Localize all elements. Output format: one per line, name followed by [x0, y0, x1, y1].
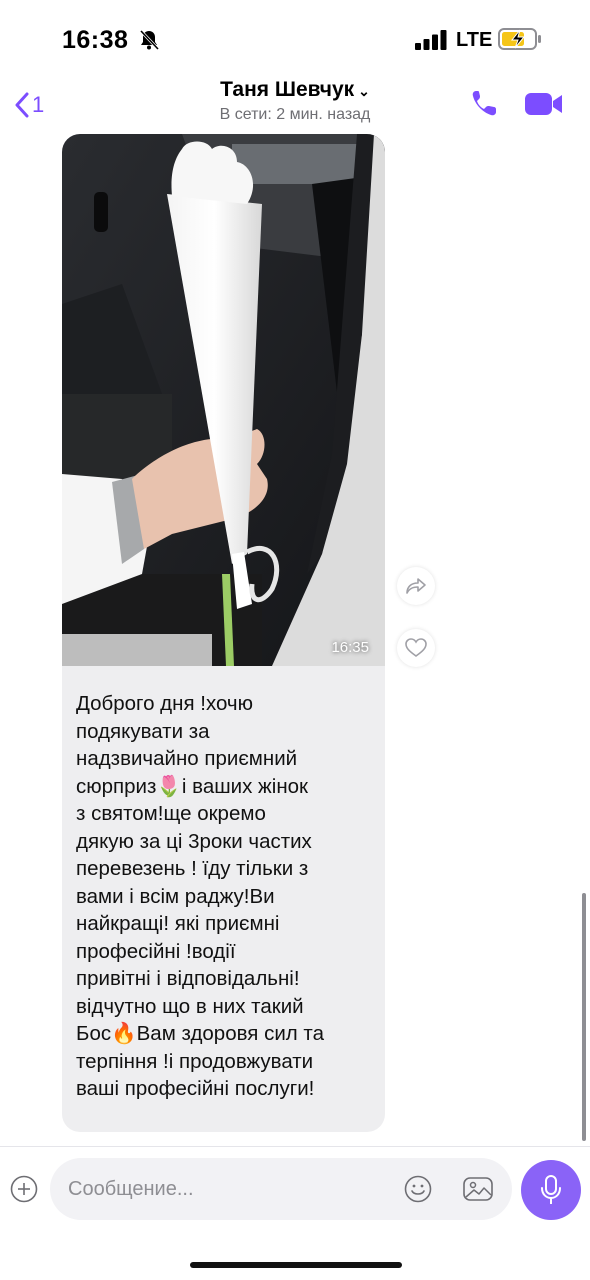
video-call-icon[interactable] — [524, 90, 564, 118]
forward-button[interactable] — [397, 567, 435, 605]
photo-timestamp: 16:35 — [331, 639, 369, 656]
message-bubble[interactable]: 16:35 Доброго дня !хочю подякувати за на… — [62, 134, 385, 1132]
divider — [0, 1146, 590, 1147]
signal-icon — [415, 30, 447, 50]
like-button[interactable] — [397, 629, 435, 667]
contact-status: В сети: 2 мин. назад — [219, 106, 371, 123]
add-attachment-icon[interactable] — [10, 1175, 38, 1203]
phone-icon[interactable] — [470, 88, 498, 118]
message-line: Бос🔥Вам здоровя сил та — [76, 1022, 324, 1045]
message-line: подякувати за — [76, 719, 210, 743]
message-line: найкращі! які приємні — [76, 912, 280, 935]
heart-icon — [405, 638, 427, 657]
network-label: LTE — [456, 29, 493, 51]
message-line: відчутно що в них такий — [76, 994, 304, 1018]
battery-charging-icon — [498, 28, 541, 50]
home-indicator[interactable] — [190, 1262, 402, 1268]
bell-off-icon — [139, 29, 160, 51]
message-line: професійні !водії — [76, 939, 236, 963]
contact-name-button[interactable]: Таня Шевчук ⌄ — [0, 78, 590, 102]
message-line: привітні і відповідальні! — [76, 967, 300, 990]
message-line: Доброго дня !хочю — [76, 692, 253, 715]
message-line: дякую за ці 3роки частих — [76, 829, 312, 853]
message-text[interactable]: Доброго дня !хочю подякувати за надзвича… — [76, 690, 376, 1103]
message-input[interactable]: Сообщение... — [50, 1158, 512, 1220]
message-line: з святом!ще окремо — [76, 802, 266, 825]
photo-image — [62, 134, 385, 666]
message-line: надзвичайно приємний — [76, 747, 298, 770]
message-line: сюрприз🌷і ваших жінок — [76, 774, 309, 798]
forward-icon — [406, 578, 426, 594]
sticker-icon[interactable] — [404, 1175, 432, 1203]
chat-header: 1 Таня Шевчук ⌄ В сети: 2 мин. назад — [0, 72, 590, 134]
scrollbar[interactable] — [582, 893, 586, 1141]
status-bar: 16:38 LTE — [0, 0, 590, 80]
message-line: ваші професійні послуги! — [76, 1077, 315, 1100]
message-line: вами і всім раджу!Ви — [76, 884, 275, 908]
message-line: перевезень ! їду тільки з — [76, 857, 309, 880]
chevron-down-icon: ⌄ — [358, 83, 370, 99]
message-line: терпіння !і продовжувати — [76, 1049, 314, 1073]
status-time: 16:38 — [62, 26, 129, 54]
message-photo[interactable]: 16:35 — [62, 134, 385, 666]
gallery-icon[interactable] — [462, 1175, 494, 1203]
contact-name: Таня Шевчук — [220, 78, 355, 101]
input-placeholder: Сообщение... — [68, 1178, 194, 1200]
microphone-icon — [541, 1175, 561, 1204]
voice-message-button[interactable] — [521, 1160, 581, 1220]
